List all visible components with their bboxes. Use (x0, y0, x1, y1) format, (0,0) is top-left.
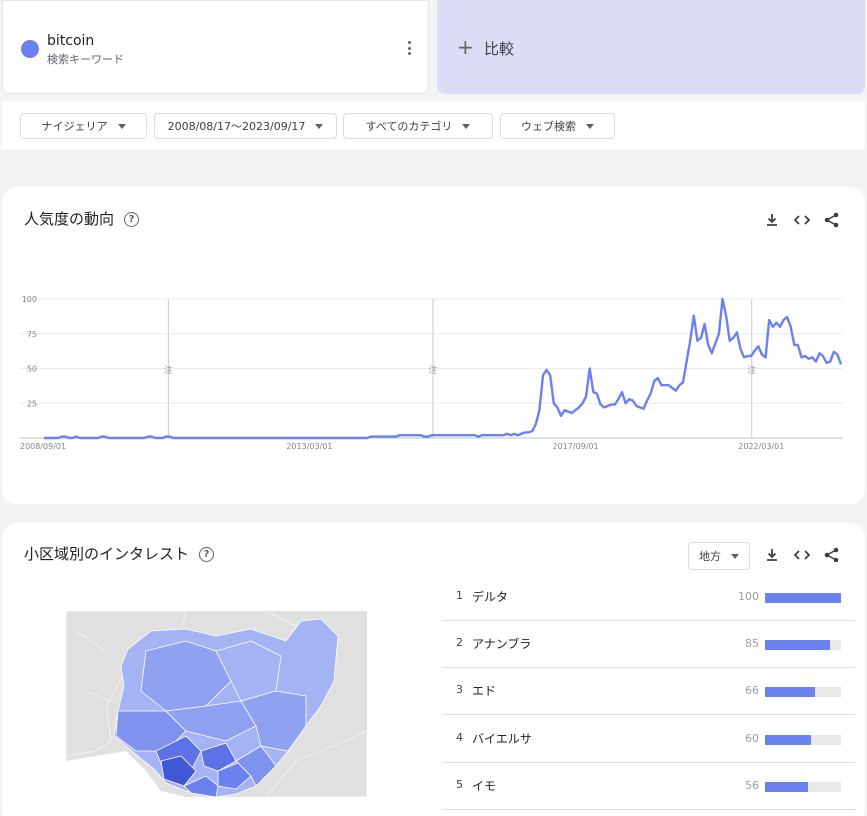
region-value: 85 (745, 637, 759, 650)
annotation-note-icon[interactable]: 注 (747, 364, 756, 376)
x-tick-label: 2017/09/01 (553, 442, 599, 451)
value-bar-fill (765, 735, 811, 745)
x-tick-label: 2022/03/01 (738, 442, 784, 451)
subregion-title: 小区域別のインタレスト (24, 545, 190, 563)
rank-number: 1 (456, 589, 463, 602)
subregion-row[interactable]: 4 バイエルサ 60 (443, 716, 855, 763)
value-bar-fill (765, 640, 830, 650)
subregion-map[interactable] (66, 611, 367, 797)
x-tick-label: 2008/09/01 (20, 442, 66, 451)
y-tick-label: 50 (27, 365, 37, 374)
y-tick-label: 25 (27, 399, 37, 408)
rank-number: 5 (456, 778, 463, 791)
value-bar-fill (765, 782, 808, 792)
region-resolution-select[interactable]: 地方 (688, 542, 750, 570)
region-value: 56 (745, 779, 759, 792)
rank-number: 3 (456, 683, 463, 696)
subregion-row[interactable]: 2 アナンブラ 85 (443, 621, 855, 668)
annotation-note-icon[interactable]: 注 (428, 364, 437, 376)
region-resolution-label: 地方 (699, 550, 721, 563)
embed-icon[interactable] (793, 546, 811, 564)
region-name[interactable]: デルタ (472, 588, 508, 605)
region-name[interactable]: バイエルサ (472, 730, 532, 747)
region-name[interactable]: アナンブラ (472, 635, 531, 652)
subregion-row[interactable]: 3 エド 66 (443, 668, 855, 715)
caret-down-icon (731, 553, 739, 559)
subregion-row[interactable]: 1 デルタ 100 (443, 574, 855, 621)
region-name[interactable]: イモ (472, 777, 496, 794)
subregion-row[interactable]: 5 イモ 56 (443, 763, 855, 810)
region-value: 100 (738, 590, 759, 603)
value-bar-fill (765, 593, 841, 603)
annotation-note-icon[interactable]: 注 (164, 364, 173, 376)
subregion-header: 小区域別のインタレスト? (24, 543, 215, 564)
value-bar-fill (765, 687, 816, 697)
region-value: 60 (745, 732, 759, 745)
download-icon[interactable] (763, 546, 781, 564)
region-name[interactable]: エド (472, 682, 496, 699)
rank-number: 2 (456, 636, 463, 649)
value-bar-track (765, 735, 841, 745)
y-tick-label: 100 (22, 295, 37, 304)
y-tick-label: 75 (27, 330, 37, 339)
value-bar-track (765, 640, 841, 650)
value-bar-track (765, 593, 841, 603)
x-tick-label: 2013/03/01 (286, 442, 332, 451)
value-bar-track (765, 782, 841, 792)
help-icon[interactable]: ? (199, 547, 215, 562)
value-bar-track (765, 687, 841, 697)
interest-over-time-chart: 注 注 注 100 75 50 25 2008/09/01 2013/03/01 2017/09… (20, 295, 843, 451)
region-value: 66 (745, 684, 759, 697)
share-icon[interactable] (823, 546, 841, 564)
rank-number: 4 (456, 731, 463, 744)
